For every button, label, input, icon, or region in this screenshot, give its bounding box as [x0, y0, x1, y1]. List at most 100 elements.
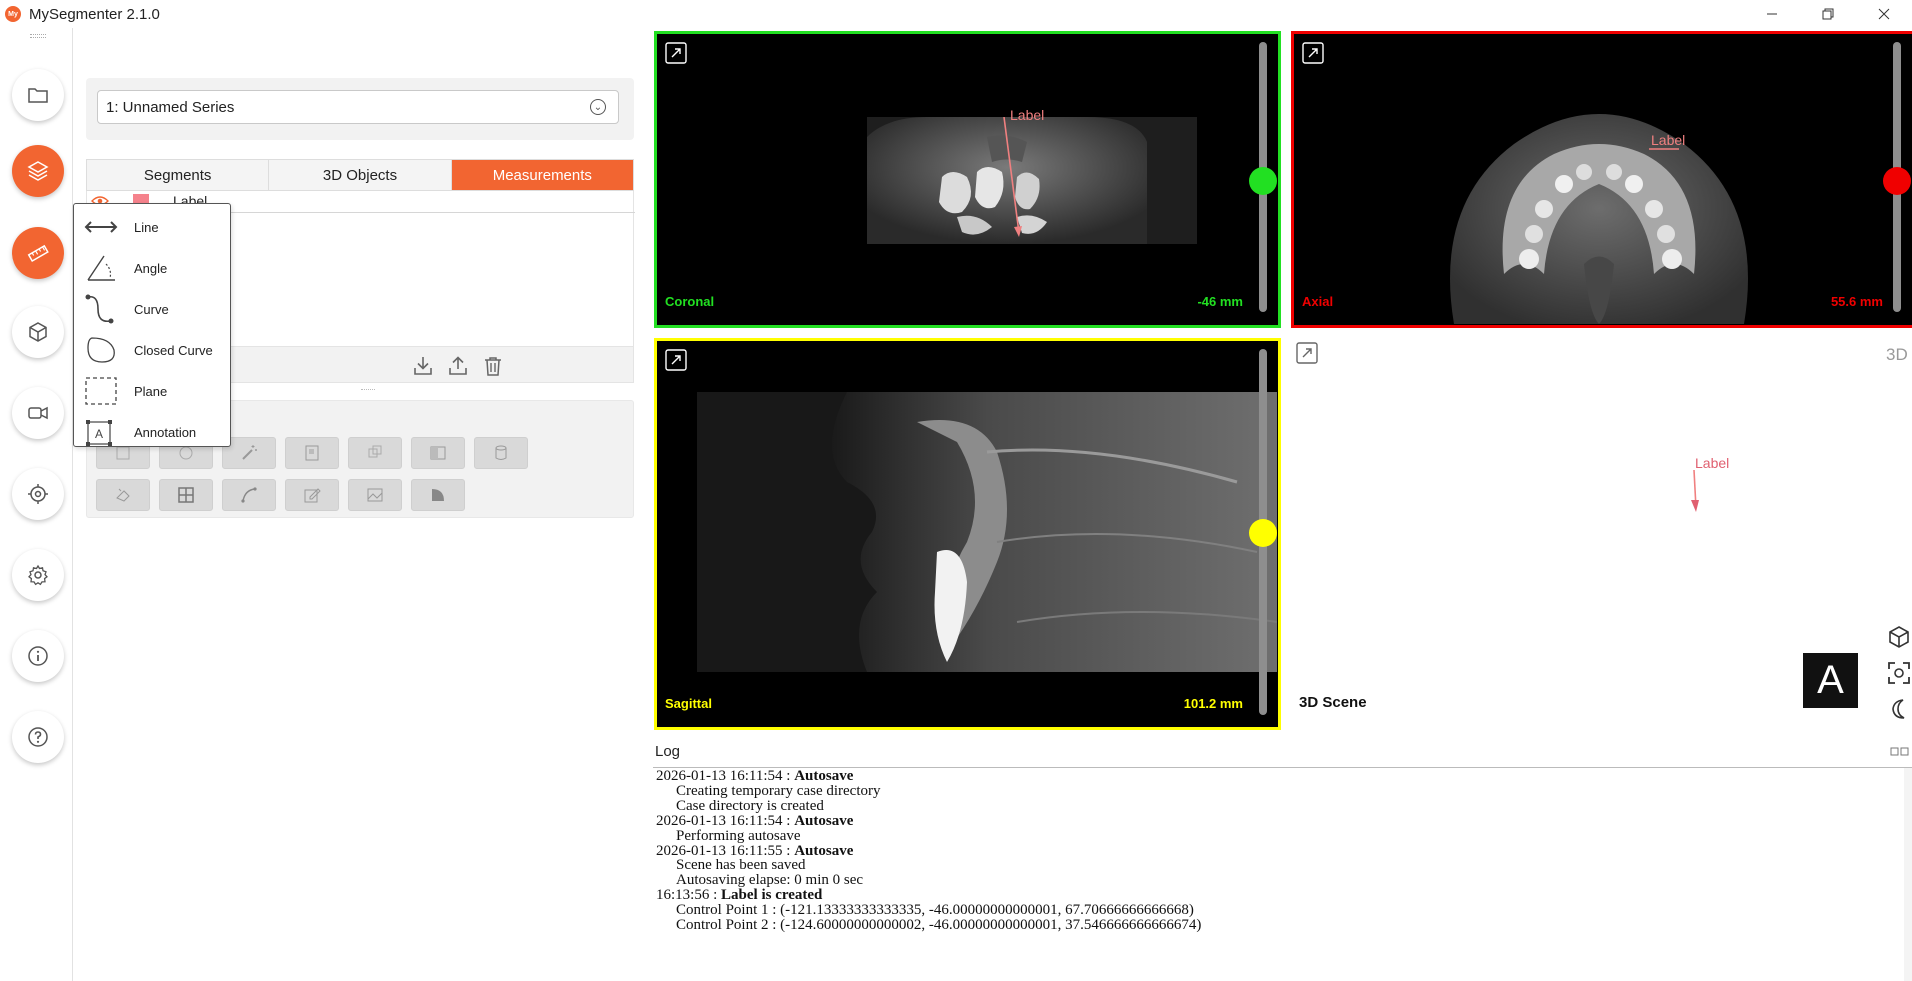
sagittal-slider-handle[interactable] [1249, 519, 1277, 547]
sagittal-viewport[interactable]: Sagittal 101.2 mm [654, 338, 1281, 730]
left-panel: 1: Unnamed Series ⌄ Segments 3D Objects … [73, 28, 643, 981]
flyout-item-line[interactable]: Line [74, 207, 232, 245]
close-window-button[interactable] [1856, 0, 1912, 28]
gear-icon [28, 564, 48, 586]
rail-layers-button[interactable] [12, 145, 64, 197]
curve-tool-button[interactable] [222, 479, 276, 511]
ruler-icon [27, 244, 49, 262]
rail-measure-button[interactable] [12, 227, 64, 279]
grid-tool-button[interactable] [159, 479, 213, 511]
app-logo: My [5, 6, 21, 22]
quarter-circle-icon [432, 489, 444, 501]
rail-grip[interactable] [30, 34, 46, 38]
cubes-tool-button[interactable] [348, 437, 402, 469]
minimize-icon [1767, 13, 1777, 15]
tab-measurements[interactable]: Measurements [451, 160, 633, 190]
flyout-item-plane[interactable]: Plane [74, 371, 232, 409]
log-timestamp: 16:13:56 : [656, 887, 722, 904]
axial-slider-handle[interactable] [1883, 167, 1911, 195]
sagittal-slice-position: 101.2 mm [1183, 696, 1243, 711]
rail-info-button[interactable] [12, 630, 64, 682]
restore-button[interactable] [1800, 0, 1856, 28]
axial-view-name: Axial [1302, 294, 1334, 309]
flyout-item-label: Angle [134, 261, 168, 276]
orientation-marker[interactable]: A [1803, 653, 1858, 708]
flyout-item-annotation[interactable]: A Annotation [74, 412, 232, 450]
cubes-icon [368, 445, 382, 458]
closed-curve-icon [87, 337, 115, 363]
flyout-item-label: Closed Curve [134, 343, 213, 358]
log-scrollbar[interactable] [1904, 768, 1912, 981]
view-cube-icon[interactable] [1886, 624, 1912, 650]
minimize-button[interactable] [1744, 0, 1800, 28]
angle-icon [87, 255, 115, 281]
folder-icon [28, 88, 48, 103]
info-icon [28, 646, 48, 666]
rail-target-button[interactable] [12, 468, 64, 520]
sagittal-ct-image [697, 392, 1277, 672]
log-timestamp: 2026-01-13 16:11:54 : [656, 768, 795, 784]
rail-open-folder-button[interactable] [12, 69, 64, 121]
sagittal-view-name: Sagittal [665, 696, 712, 711]
close-icon [1878, 8, 1890, 20]
flyout-item-label: Line [134, 220, 159, 235]
flyout-item-closed-curve[interactable]: Closed Curve [74, 330, 232, 368]
flyout-item-curve[interactable]: Curve [74, 289, 232, 327]
tab-3d-objects[interactable]: 3D Objects [269, 160, 452, 190]
annotation-icon: A [86, 420, 112, 446]
coronal-slider-handle[interactable] [1249, 167, 1277, 195]
log-timestamp: 2026-01-13 16:11:55 : [656, 842, 795, 859]
flyout-item-angle[interactable]: Angle [74, 248, 232, 286]
shape-tool-button[interactable] [411, 479, 465, 511]
log-output[interactable]: 2026-01-13 16:11:54 : Autosave Creating t… [653, 768, 1912, 981]
erase-tool-button[interactable] [96, 479, 150, 511]
3d-viewport[interactable]: 3D Label 3D Scene A [1293, 338, 1912, 730]
measure-tool-flyout: Line Angle Curve Closed Curve Plane A An… [73, 203, 231, 447]
series-selected-value: 1: Unnamed Series [106, 98, 235, 116]
rail-help-button[interactable] [12, 711, 64, 763]
coronal-label-line [1003, 117, 1022, 237]
expand-icon[interactable] [1302, 42, 1324, 64]
book-icon [305, 445, 319, 461]
panel-tabs: Segments 3D Objects Measurements [86, 159, 634, 191]
log-event: Label is created [721, 887, 823, 904]
expand-icon[interactable] [665, 349, 687, 371]
image-tool-button[interactable] [348, 479, 402, 511]
restore-icon [1822, 8, 1834, 20]
log-event: Autosave [794, 768, 854, 784]
expand-icon[interactable] [665, 42, 687, 64]
tab-segments[interactable]: Segments [87, 160, 270, 190]
trash-icon[interactable] [482, 355, 504, 377]
split-icon [430, 446, 446, 460]
chevron-down-icon: ⌄ [590, 99, 606, 115]
expand-icon[interactable] [1296, 342, 1318, 364]
dark-mode-moon-icon[interactable] [1886, 696, 1912, 722]
log-event: Autosave [794, 812, 854, 829]
rail-settings-button[interactable] [12, 549, 64, 601]
import-icon[interactable] [412, 355, 434, 377]
flyout-item-label: Plane [134, 384, 168, 399]
curve-icon [85, 294, 114, 324]
help-icon [28, 727, 48, 747]
left-rail [0, 28, 73, 981]
cylinder-tool-button[interactable] [474, 437, 528, 469]
grid-icon [178, 487, 194, 503]
rail-3d-objects-button[interactable] [12, 306, 64, 358]
log-options-icon[interactable] [1890, 746, 1910, 758]
app-title: MySegmenter 2.1.0 [29, 5, 160, 23]
axial-viewport[interactable]: Label Axial 55.6 mm [1291, 31, 1912, 328]
layers-icon [27, 161, 49, 181]
focus-icon[interactable] [1886, 660, 1912, 686]
series-dropdown[interactable]: 1: Unnamed Series ⌄ [97, 90, 619, 124]
rail-video-button[interactable] [12, 387, 64, 439]
export-icon[interactable] [447, 355, 469, 377]
edit-tool-button[interactable] [285, 479, 339, 511]
title-bar: My MySegmenter 2.1.0 [0, 0, 1912, 28]
coronal-view-name: Coronal [665, 294, 715, 309]
panel-splitter[interactable] [361, 389, 375, 391]
split-tool-button[interactable] [411, 437, 465, 469]
book-tool-button[interactable] [285, 437, 339, 469]
coronal-viewport[interactable]: Label Coronal -46 mm [654, 31, 1281, 328]
3d-label-marker [1691, 470, 1699, 512]
log-title: Log [655, 743, 681, 760]
